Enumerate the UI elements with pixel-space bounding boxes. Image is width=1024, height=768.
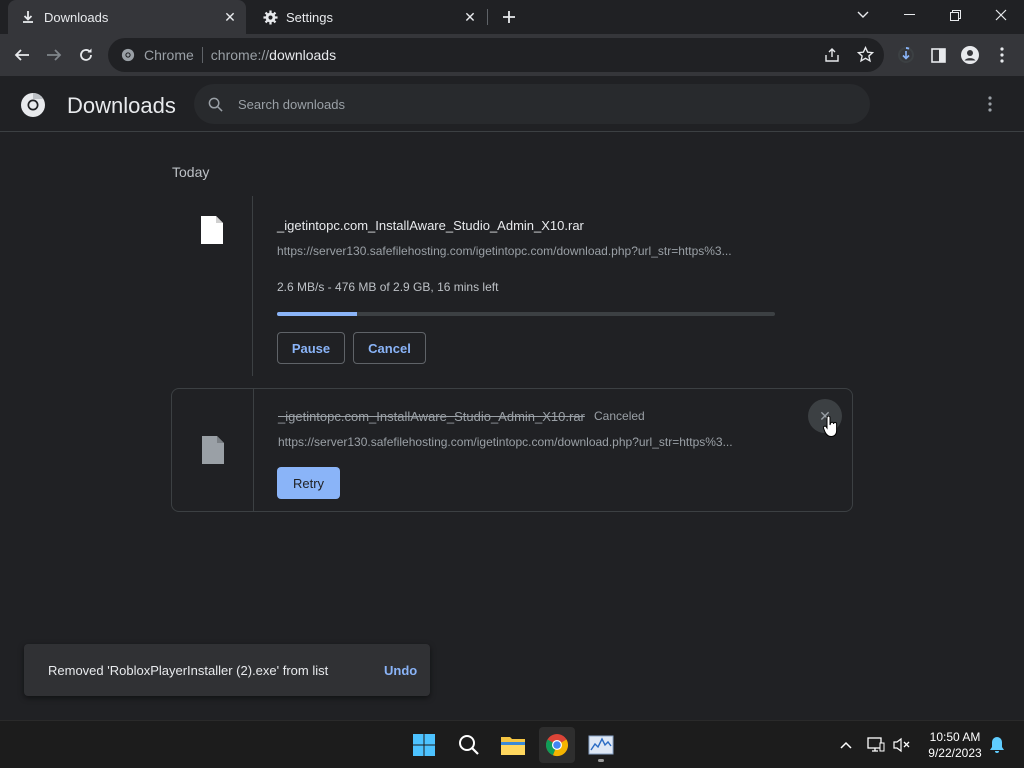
close-tab-icon[interactable]: ✕ <box>460 7 480 27</box>
url-path: downloads <box>269 47 337 63</box>
search-box[interactable] <box>194 84 870 124</box>
tab-downloads[interactable]: Downloads ✕ <box>8 0 246 34</box>
progress-bar <box>277 312 775 316</box>
address-bar[interactable]: Chrome chrome://downloads <box>108 38 884 72</box>
close-tab-icon[interactable]: ✕ <box>220 7 240 27</box>
search-input[interactable] <box>238 96 798 112</box>
file-icon-column <box>171 196 253 376</box>
clock-time: 10:50 AM <box>929 730 981 744</box>
browser-toolbar: Chrome chrome://downloads <box>0 34 1024 76</box>
download-status-icon[interactable] <box>892 41 920 69</box>
page-title: Downloads <box>67 93 176 118</box>
more-actions-icon[interactable] <box>978 92 1002 116</box>
download-item-canceled: _igetintopc.com_InstallAware_Studio_Admi… <box>171 388 853 512</box>
pause-button[interactable]: Pause <box>277 332 345 364</box>
file-icon-column <box>172 389 254 511</box>
search-icon <box>205 94 225 114</box>
mouse-cursor-icon <box>823 415 839 443</box>
download-icon <box>20 9 36 25</box>
chrome-icon[interactable] <box>539 727 575 763</box>
new-tab-button[interactable] <box>498 6 520 28</box>
system-monitor-icon[interactable] <box>583 727 619 763</box>
network-icon[interactable] <box>864 733 888 757</box>
close-window-button[interactable] <box>978 0 1024 30</box>
canceled-label: Canceled <box>594 409 645 423</box>
forward-button[interactable] <box>40 41 68 69</box>
chrome-logo-icon <box>20 92 46 118</box>
retry-button[interactable]: Retry <box>277 467 340 499</box>
side-panel-icon[interactable] <box>924 41 952 69</box>
profile-icon[interactable] <box>956 41 984 69</box>
file-name: _igetintopc.com_InstallAware_Studio_Admi… <box>278 409 585 424</box>
tab-title: Settings <box>286 9 333 25</box>
site-chip: Chrome <box>144 47 203 63</box>
chevron-up-icon[interactable] <box>834 733 858 757</box>
share-icon[interactable] <box>824 47 840 66</box>
restore-button[interactable] <box>932 0 978 30</box>
toast-message: Removed 'RobloxPlayerInstaller (2).exe' … <box>48 663 329 678</box>
taskbar: 10:50 AM 9/22/2023 <box>0 720 1024 768</box>
url-scheme: chrome:// <box>210 47 270 63</box>
chrome-logo-icon <box>120 47 136 63</box>
back-button[interactable] <box>8 41 36 69</box>
cancel-button[interactable]: Cancel <box>353 332 426 364</box>
tab-settings[interactable]: Settings ✕ <box>250 0 486 34</box>
file-icon <box>202 436 224 464</box>
file-explorer-icon[interactable] <box>495 727 531 763</box>
file-icon <box>201 216 223 244</box>
clock-date: 9/22/2023 <box>928 746 982 760</box>
minimize-button[interactable] <box>886 0 932 30</box>
search-icon[interactable] <box>451 727 487 763</box>
tab-strip: Downloads ✕ Settings ✕ <box>0 0 1024 34</box>
file-url[interactable]: https://server130.safefilehosting.com/ig… <box>278 435 778 449</box>
volume-muted-icon[interactable] <box>890 733 914 757</box>
file-url[interactable]: https://server130.safefilehosting.com/ig… <box>277 244 777 258</box>
reload-button[interactable] <box>72 41 100 69</box>
bookmark-star-icon[interactable] <box>856 45 875 66</box>
undo-button[interactable]: Undo <box>384 663 417 678</box>
gear-icon <box>262 9 278 25</box>
chrome-menu-icon[interactable] <box>988 41 1016 69</box>
system-clock[interactable]: 10:50 AM 9/22/2023 <box>922 729 988 761</box>
undo-toast: Removed 'RobloxPlayerInstaller (2).exe' … <box>24 644 430 696</box>
download-progress-text: 2.6 MB/s - 476 MB of 2.9 GB, 16 mins lef… <box>277 280 499 294</box>
notification-bell-icon[interactable] <box>985 733 1009 757</box>
date-heading: Today <box>172 164 210 180</box>
tab-divider <box>487 9 488 25</box>
tab-search-icon[interactable] <box>840 0 886 30</box>
file-name[interactable]: _igetintopc.com_InstallAware_Studio_Admi… <box>277 218 584 233</box>
tab-title: Downloads <box>44 9 109 25</box>
downloads-header: Downloads <box>0 76 1024 132</box>
start-icon[interactable] <box>406 727 442 763</box>
progress-fill <box>277 312 357 316</box>
download-item-active: _igetintopc.com_InstallAware_Studio_Admi… <box>171 196 853 376</box>
